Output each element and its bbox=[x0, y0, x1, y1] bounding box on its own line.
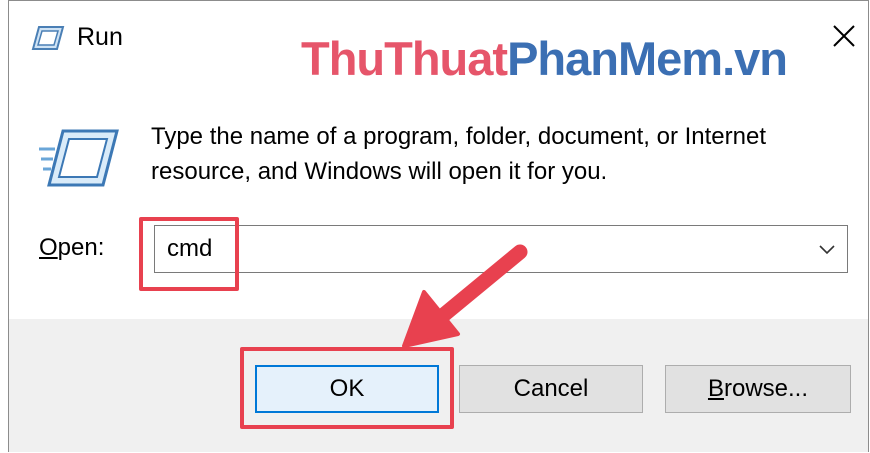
open-label-mnemonic: O bbox=[39, 234, 58, 261]
browse-mnemonic: B bbox=[707, 375, 724, 402]
open-label-rest: pen: bbox=[57, 234, 105, 261]
button-bar: OK Cancel Browse... bbox=[9, 319, 868, 452]
open-input-value[interactable]: cmd bbox=[167, 235, 212, 263]
chevron-down-icon bbox=[819, 245, 835, 255]
ok-button[interactable]: OK bbox=[255, 365, 439, 413]
watermark-part-1: ThuThuat bbox=[301, 32, 508, 85]
window-title: Run bbox=[77, 23, 123, 51]
close-button[interactable] bbox=[820, 11, 868, 61]
open-combobox[interactable]: cmd bbox=[154, 225, 848, 273]
close-icon bbox=[833, 25, 855, 47]
browse-button[interactable]: Browse... bbox=[665, 365, 851, 413]
watermark-part-3: .vn bbox=[722, 32, 788, 85]
run-icon bbox=[31, 25, 65, 51]
run-dialog: Run ThuThuatPhanMem.vn Type the name of … bbox=[8, 0, 869, 452]
dialog-description: Type the name of a program, folder, docu… bbox=[151, 123, 767, 185]
browse-label-rest: rowse... bbox=[723, 375, 809, 402]
dropdown-button[interactable] bbox=[813, 226, 841, 272]
watermark-part-2: PhanMem bbox=[507, 32, 723, 85]
open-label: Open: bbox=[39, 234, 104, 262]
run-large-icon bbox=[39, 127, 121, 189]
cancel-button[interactable]: Cancel bbox=[459, 365, 643, 413]
watermark: ThuThuatPhanMem.vn bbox=[301, 31, 788, 86]
